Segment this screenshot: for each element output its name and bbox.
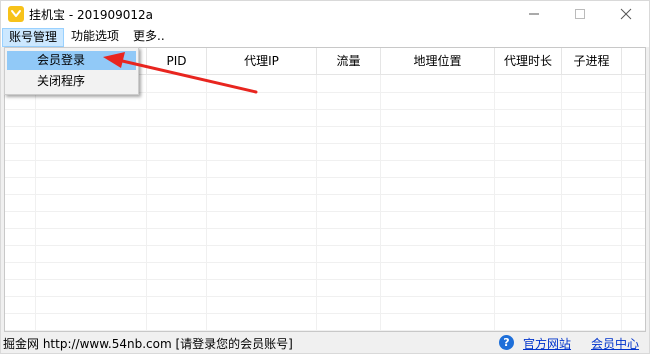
annotation-arrow-icon: [103, 52, 258, 94]
